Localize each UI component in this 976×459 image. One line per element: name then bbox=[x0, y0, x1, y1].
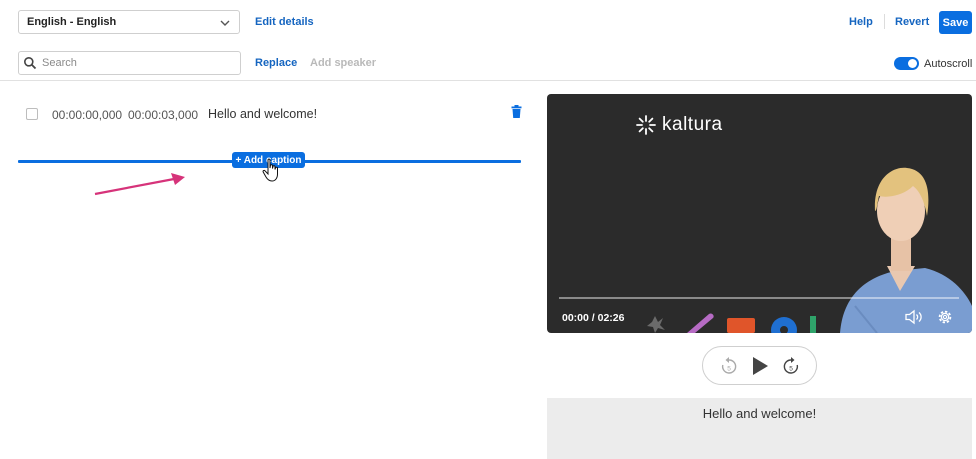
caption-preview-panel: Hello and welcome! bbox=[547, 398, 972, 459]
kaltura-logo: kaltura bbox=[635, 114, 723, 136]
annotation-arrow-icon bbox=[94, 173, 185, 196]
language-select-value: English - English bbox=[27, 16, 117, 28]
caption-text[interactable]: Hello and welcome! bbox=[208, 107, 317, 121]
playback-controls: 5 5 bbox=[702, 346, 817, 385]
background-shapes bbox=[647, 313, 816, 333]
brand-name: kaltura bbox=[662, 114, 723, 135]
presenter-image bbox=[840, 167, 972, 333]
hand-cursor-icon bbox=[262, 158, 278, 182]
language-select[interactable]: English - English bbox=[18, 10, 240, 34]
caption-preview-text: Hello and welcome! bbox=[702, 406, 817, 421]
caption-start-time[interactable]: 00:00:00,000 bbox=[52, 108, 122, 122]
settings-gear-icon[interactable] bbox=[936, 308, 954, 326]
revert-link[interactable]: Revert bbox=[895, 16, 929, 28]
replace-link[interactable]: Replace bbox=[255, 57, 297, 69]
svg-text:5: 5 bbox=[727, 366, 731, 373]
play-icon[interactable] bbox=[750, 355, 770, 377]
caption-end-time[interactable]: 00:00:03,000 bbox=[128, 108, 198, 122]
add-speaker-link[interactable]: Add speaker bbox=[310, 57, 376, 69]
kaltura-logo-icon bbox=[636, 115, 656, 135]
autoscroll-toggle[interactable] bbox=[894, 57, 919, 70]
autoscroll-label: Autoscroll bbox=[924, 58, 973, 70]
caption-row-checkbox[interactable] bbox=[26, 108, 38, 120]
search-input[interactable] bbox=[42, 57, 232, 69]
volume-icon[interactable] bbox=[904, 308, 924, 326]
toolbar-separator bbox=[884, 14, 885, 29]
search-field[interactable] bbox=[18, 51, 241, 75]
video-timecode: 00:00 / 02:26 bbox=[562, 312, 625, 324]
forward-5-icon[interactable]: 5 bbox=[782, 356, 800, 376]
help-link[interactable]: Help bbox=[849, 16, 873, 28]
video-progress-bar[interactable] bbox=[559, 297, 959, 299]
chevron-down-icon bbox=[220, 20, 230, 26]
trash-icon[interactable] bbox=[511, 105, 522, 118]
rewind-5-icon[interactable]: 5 bbox=[720, 356, 738, 376]
svg-text:5: 5 bbox=[789, 366, 793, 373]
video-player[interactable]: kaltura 00:00 / 02:26 bbox=[547, 94, 972, 333]
toolbar-divider bbox=[0, 80, 976, 81]
edit-details-link[interactable]: Edit details bbox=[255, 16, 314, 28]
search-icon bbox=[24, 57, 37, 70]
toggle-knob bbox=[908, 59, 917, 68]
save-button[interactable]: Save bbox=[939, 11, 972, 34]
